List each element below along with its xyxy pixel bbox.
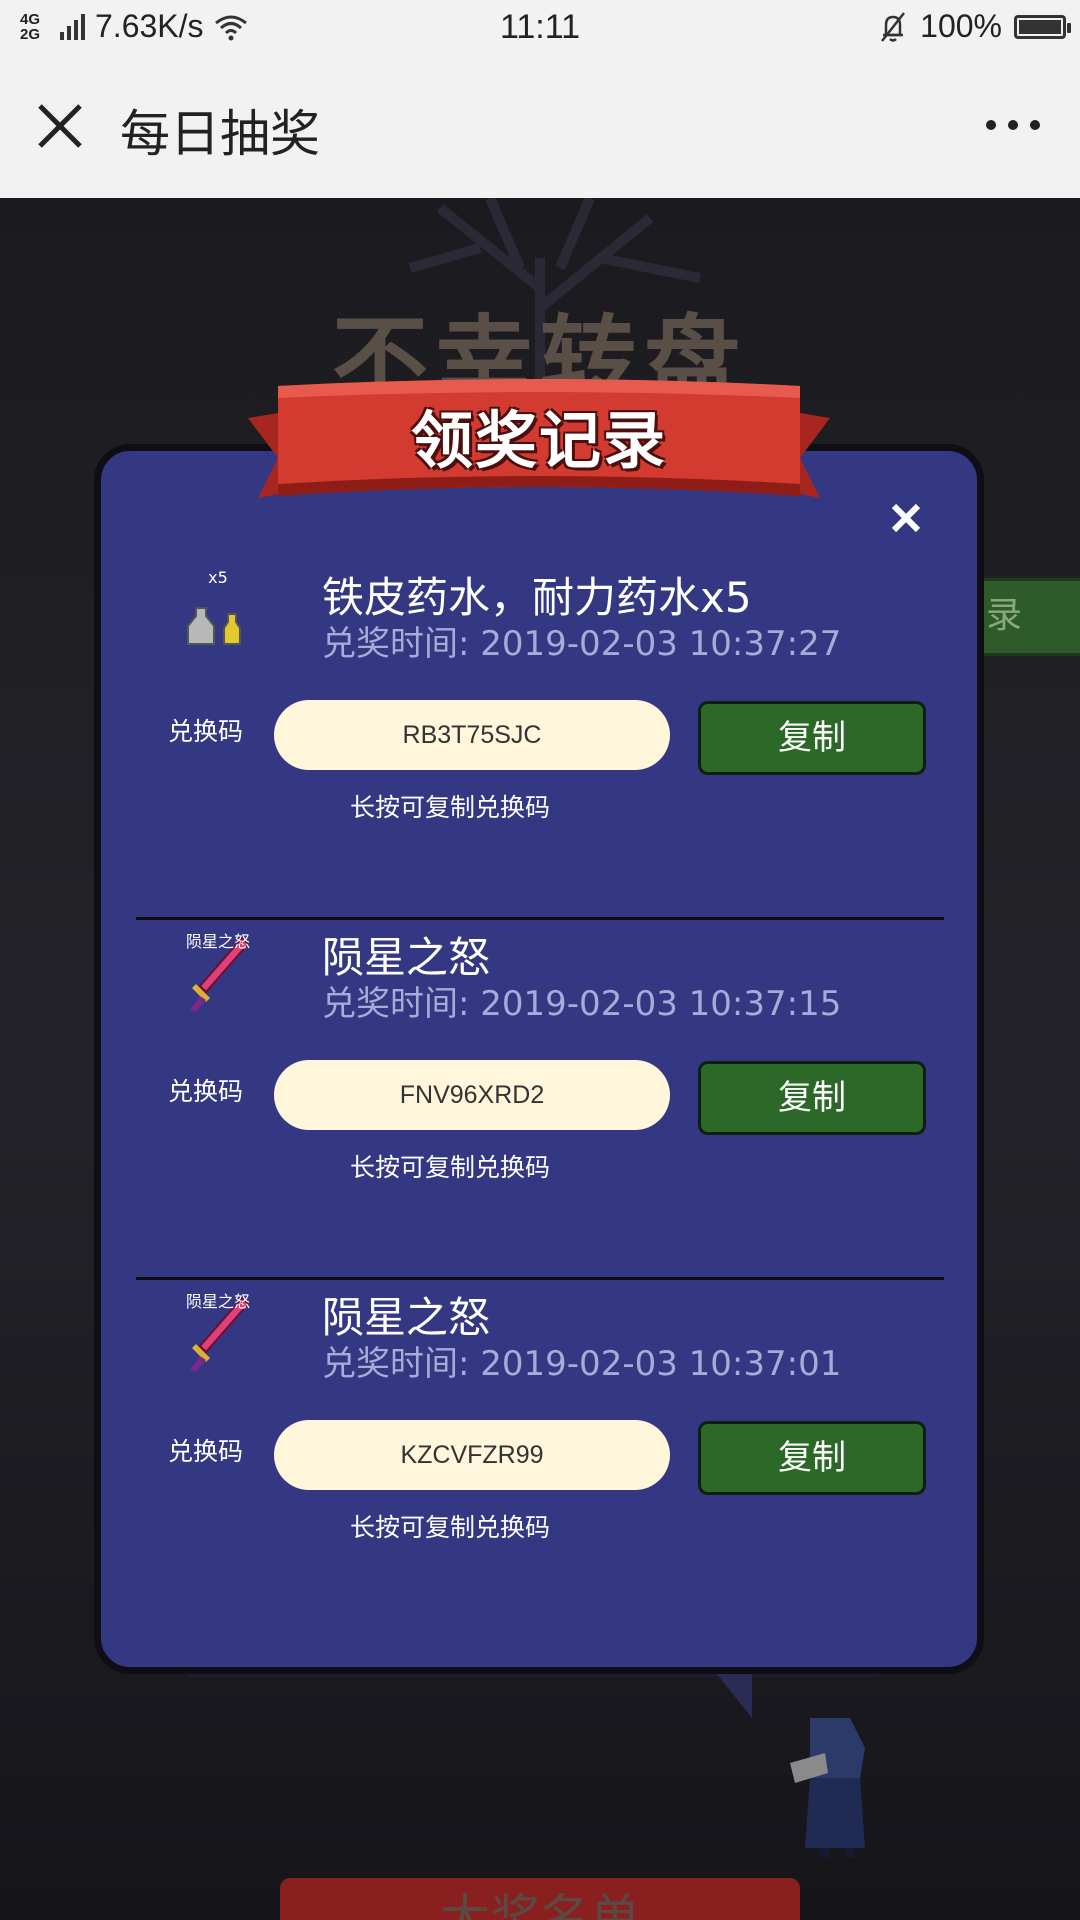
record-time: 兑奖时间: 2019-02-03 10:37:01 — [322, 1344, 842, 1384]
redeem-code-field[interactable]: RB3T75SJC — [274, 700, 670, 770]
status-bar: 4G 2G 7.63K/s 11:11 100% — [0, 0, 1080, 58]
close-icon[interactable] — [30, 96, 90, 156]
record-time: 兑奖时间: 2019-02-03 10:37:27 — [322, 624, 842, 664]
record-icon-caption: x5 — [208, 568, 228, 587]
copy-hint: 长按可复制兑换码 — [350, 793, 551, 822]
modal-title: 领奖记录 — [410, 404, 667, 477]
redeem-code-field[interactable]: FNV96XRD2 — [274, 1060, 670, 1130]
code-label: 兑换码 — [168, 1437, 244, 1466]
sword-icon: 陨星之怒 — [178, 930, 258, 1020]
sword-icon: 陨星之怒 — [178, 1290, 258, 1380]
modal-close-icon[interactable] — [888, 500, 924, 536]
record-item: 陨星之怒 陨星之怒 兑奖时间: 2019-02-03 10:37:15 兑换码 … — [136, 920, 944, 1280]
nav-bar: 每日抽奖 — [0, 58, 1080, 198]
potion-icon: x5 — [178, 568, 258, 660]
copy-button[interactable]: 复制 — [698, 1061, 926, 1135]
status-right: 100% — [878, 8, 1071, 45]
copy-hint: 长按可复制兑换码 — [350, 1513, 551, 1542]
record-item: 陨星之怒 陨星之怒 兑奖时间: 2019-02-03 10:37:01 兑换码 … — [136, 1280, 944, 1640]
battery-icon — [1014, 14, 1071, 39]
redeem-code-field[interactable]: KZCVFZR99 — [274, 1420, 670, 1490]
speech-bubble-tail — [712, 1668, 752, 1718]
code-label: 兑换码 — [168, 1077, 244, 1106]
record-item: x5 铁皮药水，耐力药水x5 兑奖时间: 2019-02-03 10:37:27… — [136, 560, 944, 920]
record-time: 兑奖时间: 2019-02-03 10:37:15 — [322, 984, 842, 1024]
battery-percent: 100% — [920, 8, 1002, 44]
copy-hint: 长按可复制兑换码 — [350, 1153, 551, 1182]
record-icon-caption: 陨星之怒 — [185, 932, 250, 951]
plague-doctor-icon — [790, 1718, 865, 1858]
code-label: 兑换码 — [168, 717, 244, 746]
record-list: x5 铁皮药水，耐力药水x5 兑奖时间: 2019-02-03 10:37:27… — [136, 560, 944, 1640]
copy-button[interactable]: 复制 — [698, 701, 926, 775]
page-title: 每日抽奖 — [120, 105, 320, 163]
bottom-banner: 大奖名单 — [280, 1878, 800, 1920]
copy-button[interactable]: 复制 — [698, 1421, 926, 1495]
record-icon-caption: 陨星之怒 — [185, 1292, 250, 1311]
mute-bell-icon — [881, 11, 906, 42]
more-menu-icon[interactable] — [986, 120, 1040, 130]
